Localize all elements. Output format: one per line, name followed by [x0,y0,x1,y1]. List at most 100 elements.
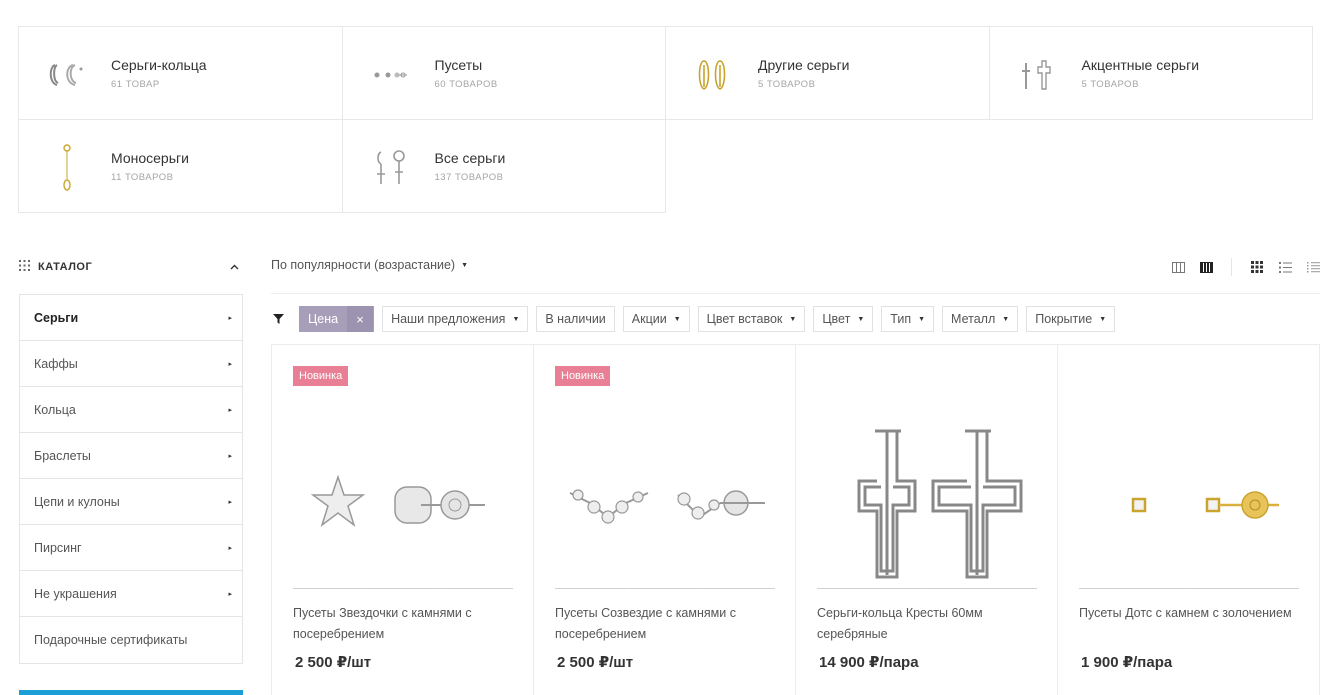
sort-label: По популярности (возрастание) [271,258,456,272]
caret-right-icon: ▸ [228,314,232,322]
filter-chip-insert-color[interactable]: Цвет вставок ▼ [697,306,806,332]
category-tile-hoops[interactable]: Серьги-кольца 61 товар [18,26,343,120]
category-grid: Серьги-кольца 61 товар Пусеты 60 товаров… [18,26,1316,213]
catalog-header-left: КАТАЛОГ [19,260,92,274]
product-card[interactable]: Новинка Пусеты Созвездие с камнями с пос… [534,345,796,695]
category-count: 137 товаров [434,172,504,183]
filter-chip-label: Цвет вставок [706,312,783,326]
grid-view-icon[interactable] [1250,260,1264,274]
cross-hoops-image[interactable] [817,395,1037,615]
filter-chip-label: Цена [308,312,339,326]
grid-dots-icon [19,260,30,274]
image-slider-indicator[interactable] [293,588,513,589]
image-slider-indicator[interactable] [555,588,775,589]
category-row: Серьги-кольца 61 товар Пусеты 60 товаров… [18,26,1316,120]
filter-chip-price[interactable]: Цена × [299,306,375,332]
pin-earrings-icon [692,55,736,95]
image-slider-indicator[interactable] [817,588,1037,589]
caret-right-icon: ▸ [228,452,232,460]
sidebar-item-bracelets[interactable]: Браслеты ▸ [20,433,242,479]
sidebar-item-chains[interactable]: Цепи и кулоны ▸ [20,479,242,525]
sidebar-item-label: Пирсинг [34,540,82,555]
small-tiles-view-icon[interactable] [1199,260,1213,274]
filter-chip-label: Покрытие [1035,312,1093,326]
filter-bar: Цена × Наши предложения ▼ В наличии Акции… [271,306,1116,332]
filter-chip-label: Акции [631,312,667,326]
category-count: 5 товаров [1081,79,1139,90]
caret-down-icon: ▼ [1002,315,1010,323]
product-name[interactable]: Пусеты Созвездие с камнями с посеребрени… [555,603,773,645]
filter-chip-in-stock[interactable]: В наличии [536,306,615,332]
sidebar-item-label: Цепи и кулоны [34,494,120,509]
image-slider-indicator[interactable] [1079,588,1299,589]
category-tile-other[interactable]: Другие серьги 5 товаров [665,26,990,120]
stud-earrings-icon [369,55,413,95]
filter-chip-coating[interactable]: Покрытие ▼ [1026,306,1116,332]
catalog-list: Серьги ▸ Каффы ▸ Кольца ▸ Браслеты ▸ Цепи и … [19,294,243,664]
sidebar-accent-bar[interactable] [19,690,243,695]
product-price: 1 900 ₽/пара [1081,654,1173,671]
sidebar-item-cuffs[interactable]: Каффы ▸ [20,341,242,387]
catalog-header[interactable]: КАТАЛОГ [19,254,243,280]
product-card[interactable]: Серьги-кольца Кресты 60мм серебряные 14 … [796,345,1058,695]
sidebar-item-gift-cards[interactable]: Подарочные сертификаты [20,617,242,663]
filter-chip-offers[interactable]: Наши предложения ▼ [382,306,529,332]
category-name: Серьги-кольца [111,57,207,73]
dots-studs-image[interactable] [1079,395,1299,615]
filter-chip-label: Тип [890,312,912,326]
filter-chip-sales[interactable]: Акции ▼ [622,306,690,332]
product-price: 14 900 ₽/пара [819,654,919,671]
category-tile-mono[interactable]: Моносерьги 11 товаров [18,119,343,213]
filter-chip-label: Наши предложения [391,312,506,326]
product-name[interactable]: Пусеты Звездочки с камнями с посеребрени… [293,603,511,645]
caret-down-icon: ▼ [918,315,926,323]
caret-down-icon: ▼ [857,315,865,323]
compact-list-view-icon[interactable] [1306,260,1320,274]
catalog-sidebar: КАТАЛОГ Серьги ▸ Каффы ▸ Кольца ▸ Браслеты ▸… [19,254,243,664]
large-tiles-view-icon[interactable] [1171,260,1185,274]
sidebar-item-earrings[interactable]: Серьги ▸ [20,295,242,341]
product-card[interactable]: Новинка Пусеты Звездочки с камнями с пос… [272,345,534,695]
sort-dropdown[interactable]: По популярности (возрастание) ▼ [271,258,468,272]
caret-down-icon: ▼ [461,261,469,269]
all-earrings-icon [369,148,413,188]
sidebar-item-label: Не украшения [34,586,117,601]
caret-right-icon: ▸ [228,544,232,552]
star-studs-image[interactable] [293,395,513,615]
caret-right-icon: ▸ [228,360,232,368]
cross-earrings-icon [1016,55,1060,95]
category-tile-accent[interactable]: Акцентные серьги 5 товаров [988,26,1313,120]
close-icon[interactable]: × [347,306,374,332]
filter-chip-color[interactable]: Цвет ▼ [813,306,874,332]
caret-right-icon: ▸ [228,498,232,506]
sidebar-item-non-jewelry[interactable]: Не украшения ▸ [20,571,242,617]
category-name: Акцентные серьги [1081,57,1200,73]
view-switcher [1157,258,1320,276]
product-card[interactable]: Пусеты Дотс с камнем с золочением 1 900 … [1058,345,1319,695]
mono-earring-icon [45,144,89,191]
category-tile-studs[interactable]: Пусеты 60 товаров [341,26,666,120]
new-badge: Новинка [555,366,611,386]
caret-down-icon: ▼ [789,315,797,323]
sidebar-item-rings[interactable]: Кольца ▸ [20,387,242,433]
product-name[interactable]: Серьги-кольца Кресты 60мм серебряные [817,603,1035,645]
category-tile-all[interactable]: Все серьги 137 товаров [341,119,666,213]
caret-right-icon: ▸ [228,590,232,598]
divider [1231,258,1232,276]
sidebar-item-label: Подарочные сертификаты [34,633,188,647]
constellation-studs-image[interactable] [555,395,775,615]
chevron-up-icon[interactable] [230,261,239,273]
sidebar-item-piercing[interactable]: Пирсинг ▸ [20,525,242,571]
filter-funnel-icon[interactable] [271,312,285,326]
product-grid: Новинка Пусеты Звездочки с камнями с пос… [271,344,1320,695]
filter-chip-type[interactable]: Тип ▼ [881,306,935,332]
product-price: 2 500 ₽/шт [557,654,634,671]
product-price: 2 500 ₽/шт [295,654,372,671]
category-name: Моносерьги [111,150,189,166]
list-view-icon[interactable] [1278,260,1292,274]
filter-chip-metal[interactable]: Металл ▼ [942,306,1019,332]
caret-down-icon: ▼ [1099,315,1107,323]
caret-down-icon: ▼ [673,315,681,323]
category-count: 5 товаров [758,79,816,90]
product-name[interactable]: Пусеты Дотс с камнем с золочением [1079,603,1297,624]
